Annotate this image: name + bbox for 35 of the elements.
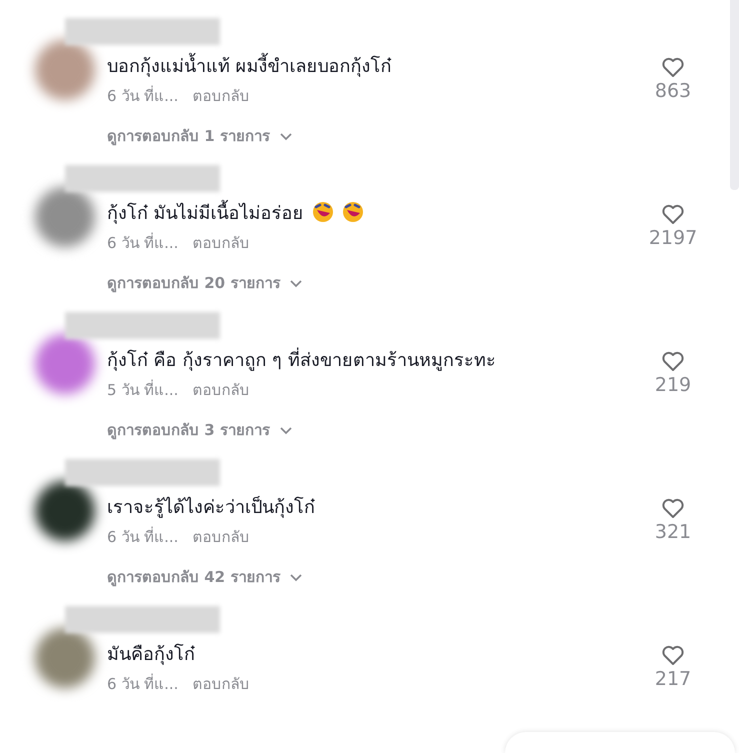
heart-icon bbox=[661, 203, 685, 225]
timestamp: 6 วัน ที่แ... bbox=[107, 526, 178, 548]
reply-link[interactable]: ตอบกลับ bbox=[192, 84, 250, 108]
heart-icon bbox=[661, 350, 685, 372]
view-replies-link[interactable]: ดูการตอบกลับ 3 รายการ bbox=[107, 418, 293, 442]
reply-link[interactable]: ตอบกลับ bbox=[192, 525, 250, 549]
heart-icon bbox=[661, 644, 685, 666]
laughing-face-icon bbox=[312, 201, 334, 223]
timestamp: 5 วัน ที่แ... bbox=[107, 378, 178, 401]
like-count: 217 bbox=[654, 668, 692, 690]
timestamp: 6 วัน ที่แ... bbox=[107, 232, 178, 254]
view-replies-link[interactable]: ดูการตอบกลับ 20 รายการ bbox=[107, 271, 304, 295]
like-count: 863 bbox=[654, 80, 692, 102]
heart-icon bbox=[661, 497, 685, 519]
heart-icon bbox=[661, 56, 685, 78]
like-count: 321 bbox=[654, 521, 692, 543]
like-count: 2197 bbox=[648, 227, 698, 249]
reply-link[interactable]: ตอบกลับ bbox=[192, 231, 250, 255]
reply-link[interactable]: ตอบกลับ bbox=[192, 672, 250, 696]
chevron-down-icon bbox=[278, 425, 293, 435]
comment-text: กุ้งโก๋ คือ กุ้งราคาถูก ๆ ที่ส่งขายตามร้านหมูกระทะ bbox=[107, 346, 496, 373]
reply-link[interactable]: ตอบกลับ bbox=[192, 378, 250, 402]
laughing-face-icon bbox=[342, 201, 364, 223]
view-replies-link[interactable]: ดูการตอบกลับ 1 รายการ bbox=[107, 124, 293, 148]
comment-text: กุ้งโก๋ มันไม่มีเนื้อไม่อร่อย bbox=[107, 198, 304, 226]
view-replies-link[interactable]: ดูการตอบกลับ 42 รายการ bbox=[107, 565, 304, 589]
comment-text: บอกกุ้งแม่น้ำแท้ ผมงี้ขำเลยบอกกุ้งโก๋ bbox=[107, 50, 392, 80]
chevron-down-icon bbox=[289, 572, 304, 582]
chevron-down-icon bbox=[278, 131, 293, 141]
chevron-down-icon bbox=[289, 278, 304, 288]
like-count: 219 bbox=[654, 374, 692, 396]
timestamp: 6 วัน ที่แ... bbox=[107, 84, 178, 107]
timestamp: 6 วัน ที่แ... bbox=[107, 672, 178, 695]
comment-text: มันคือกุ้งโก๋ bbox=[107, 642, 195, 667]
comment-text: เราจะรู้ได้ไงค่ะว่าเป็นกุ้งโก๋ bbox=[107, 495, 315, 520]
